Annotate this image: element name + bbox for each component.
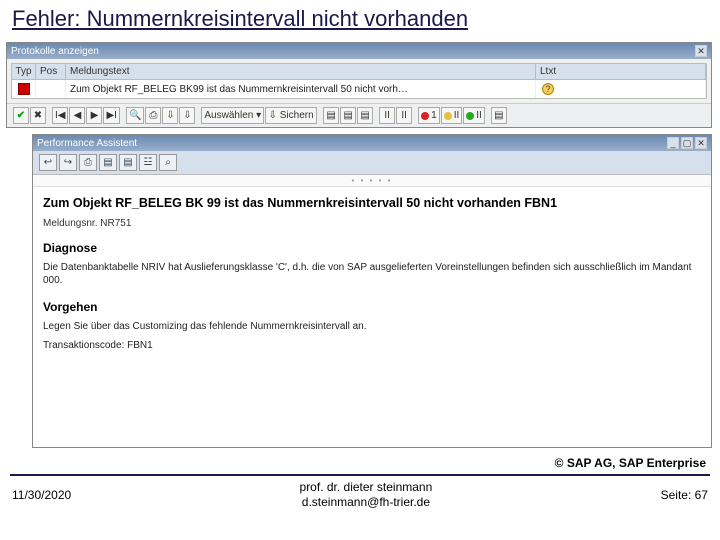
col-pos: Pos	[36, 64, 66, 80]
filter-button-1[interactable]: II	[379, 107, 395, 124]
log-table: Typ Pos Meldungstext Ltxt Zum Objekt RF_…	[11, 63, 707, 99]
doc-button-1[interactable]: ▤	[99, 154, 117, 171]
help-heading: Zum Objekt RF_BELEG BK 99 ist das Nummer…	[43, 195, 701, 212]
help-window-title: Performance Assistent	[37, 138, 137, 149]
print-button[interactable]: ⎙	[145, 107, 161, 124]
cancel-button[interactable]: ✖	[30, 107, 46, 124]
print-help-button[interactable]: ⎙	[79, 154, 97, 171]
help-body: Zum Objekt RF_BELEG BK 99 ist das Nummer…	[33, 187, 711, 447]
footer-author: prof. dr. dieter steinmann d.steinmann@f…	[300, 480, 433, 510]
doc-button-2[interactable]: ▤	[119, 154, 137, 171]
help-window: Performance Assistent _ ▢ ✕ ↩ ↪ ⎙ ▤ ▤ ☳ …	[32, 134, 712, 448]
save-button[interactable]: ⇩ Sichern	[265, 107, 317, 124]
layout-button-1[interactable]: ▤	[323, 107, 339, 124]
col-typ: Typ	[12, 64, 36, 80]
yellow-dot-icon	[444, 112, 452, 120]
ok-button[interactable]: ✔	[13, 107, 29, 124]
cell-message: Zum Objekt RF_BELEG BK99 ist das Nummern…	[66, 80, 536, 98]
forward-button[interactable]: ↪	[59, 154, 77, 171]
footer-date: 11/30/2020	[12, 488, 71, 502]
transaction-code: Transaktionscode: FBN1	[43, 339, 701, 353]
select-button[interactable]: Auswählen ▾	[201, 107, 264, 124]
message-number: Meldungsnr. NR751	[43, 218, 701, 229]
standard-button[interactable]: ▤	[491, 107, 507, 124]
search-button[interactable]: 🔍	[126, 107, 144, 124]
minimize-icon[interactable]: _	[667, 137, 679, 149]
slide-title: Fehler: Nummernkreisintervall nicht vorh…	[0, 0, 720, 42]
list-button[interactable]: ☳	[139, 154, 157, 171]
help-toolbar: ↩ ↪ ⎙ ▤ ▤ ☳ ⌕	[33, 151, 711, 175]
save-icon: ⇩	[269, 110, 277, 121]
copyright: © SAP AG, SAP Enterprise	[0, 454, 720, 474]
layout-button-2[interactable]: ▤	[340, 107, 356, 124]
log-window-title: Protokolle anzeigen	[11, 46, 99, 57]
download-button-2[interactable]: ⇩	[179, 107, 195, 124]
chevron-down-icon: ▾	[256, 110, 261, 121]
log-titlebar: Protokolle anzeigen ✕	[7, 43, 711, 59]
red-dot-icon	[421, 112, 429, 120]
close-icon[interactable]: ✕	[695, 45, 707, 57]
first-button[interactable]: I◀	[52, 107, 68, 124]
next-button[interactable]: ▶	[86, 107, 102, 124]
back-button[interactable]: ↩	[39, 154, 57, 171]
cell-ltxt[interactable]: ?	[536, 80, 706, 98]
footer-page: Seite: 67	[661, 488, 708, 502]
vorgehen-heading: Vorgehen	[43, 300, 701, 314]
diagnose-text: Die Datenbanktabelle NRIV hat Auslieferu…	[43, 261, 701, 288]
longtext-help-icon[interactable]: ?	[542, 83, 554, 95]
log-window-controls: ✕	[695, 45, 707, 57]
cell-pos	[36, 80, 66, 98]
help-titlebar: Performance Assistent _ ▢ ✕	[33, 135, 711, 151]
success-count[interactable]: II	[463, 107, 485, 124]
diagnose-heading: Diagnose	[43, 241, 701, 255]
download-button-1[interactable]: ⇩	[162, 107, 178, 124]
col-meldungstext: Meldungstext	[66, 64, 536, 80]
find-help-button[interactable]: ⌕	[159, 154, 177, 171]
layout-button-3[interactable]: ▤	[357, 107, 373, 124]
error-count[interactable]: 1	[418, 107, 440, 124]
log-table-header: Typ Pos Meldungstext Ltxt	[12, 64, 706, 80]
log-window: Protokolle anzeigen ✕ Typ Pos Meldungste…	[6, 42, 712, 128]
drag-handle[interactable]: • • • • •	[33, 175, 711, 187]
filter-button-2[interactable]: II	[396, 107, 412, 124]
log-toolbar: ✔ ✖ I◀ ◀ ▶ ▶I 🔍 ⎙ ⇩ ⇩ Auswählen ▾ ⇩ Sich…	[7, 103, 711, 127]
last-button[interactable]: ▶I	[103, 107, 119, 124]
close-icon[interactable]: ✕	[695, 137, 707, 149]
error-icon	[12, 80, 36, 98]
green-dot-icon	[466, 112, 474, 120]
col-ltxt: Ltxt	[536, 64, 706, 80]
warning-count[interactable]: II	[441, 107, 463, 124]
slide-footer: 11/30/2020 prof. dr. dieter steinmann d.…	[0, 476, 720, 516]
help-window-controls: _ ▢ ✕	[667, 137, 707, 149]
table-row[interactable]: Zum Objekt RF_BELEG BK99 ist das Nummern…	[12, 80, 706, 98]
prev-button[interactable]: ◀	[69, 107, 85, 124]
vorgehen-text: Legen Sie über das Customizing das fehle…	[43, 320, 701, 334]
maximize-icon[interactable]: ▢	[681, 137, 693, 149]
